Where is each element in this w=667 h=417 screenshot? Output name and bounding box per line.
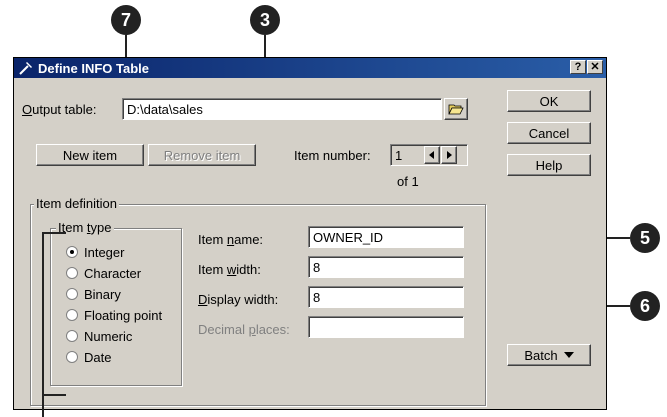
decimal-places-label: Decimal places: xyxy=(198,322,290,337)
item-next-button[interactable] xyxy=(441,146,457,164)
radio-numeric[interactable]: Numeric xyxy=(66,327,132,345)
open-folder-icon xyxy=(448,104,464,115)
callout-7: 7 xyxy=(111,5,141,35)
item-number-label: Item number: xyxy=(294,148,371,163)
item-width-label: Item width: xyxy=(198,262,261,277)
radio-numeric-button[interactable] xyxy=(66,330,78,342)
new-item-button[interactable]: New item xyxy=(36,144,144,166)
callout-5: 5 xyxy=(630,223,660,253)
remove-item-button[interactable]: Remove item xyxy=(148,144,256,166)
item-width-input[interactable]: 8 xyxy=(308,256,464,278)
batch-button[interactable]: Batch xyxy=(507,344,591,366)
radio-character-button[interactable] xyxy=(66,267,78,279)
dialog-title: Define INFO Table xyxy=(38,60,149,76)
dropdown-arrow-icon xyxy=(563,352,574,358)
radio-binary-button[interactable] xyxy=(66,288,78,300)
radio-floating-point[interactable]: Floating point xyxy=(66,306,162,324)
item-type-leader xyxy=(42,232,44,417)
output-table-input[interactable]: D:\data\sales xyxy=(122,98,442,120)
left-arrow-icon xyxy=(429,151,434,159)
display-width-input[interactable]: 8 xyxy=(308,286,464,308)
output-table-label: Output table: xyxy=(22,102,97,117)
radio-integer-button[interactable] xyxy=(66,246,78,258)
item-name-label: Item name: xyxy=(198,232,264,247)
decimal-places-input[interactable] xyxy=(308,316,464,338)
dialog-titlebar: Define INFO Table ? ✕ xyxy=(14,58,606,78)
item-previous-button[interactable] xyxy=(424,146,440,164)
cancel-button[interactable]: Cancel xyxy=(507,122,591,144)
item-type-leader-top xyxy=(42,232,66,234)
display-width-label: Display width: xyxy=(198,292,279,307)
radio-character[interactable]: Character xyxy=(66,264,141,282)
right-arrow-icon xyxy=(447,151,452,159)
radio-floating-point-button[interactable] xyxy=(66,309,78,321)
close-button[interactable]: ✕ xyxy=(587,60,603,74)
radio-date-button[interactable] xyxy=(66,351,78,363)
callout-3: 3 xyxy=(250,5,280,35)
callout-6: 6 xyxy=(630,291,660,321)
define-info-table-dialog: Define INFO Table ? ✕ Output table: D:\d… xyxy=(13,57,607,410)
help-title-button[interactable]: ? xyxy=(570,60,586,74)
item-count-label: of 1 xyxy=(397,174,419,189)
hammer-icon xyxy=(19,62,32,75)
radio-date[interactable]: Date xyxy=(66,348,111,366)
browse-button[interactable] xyxy=(444,98,468,120)
item-name-input[interactable]: OWNER_ID xyxy=(308,226,464,248)
item-type-leader-bottom xyxy=(42,394,66,396)
help-button[interactable]: Help xyxy=(507,154,591,176)
item-definition-legend: Item definition xyxy=(34,196,119,211)
radio-integer[interactable]: Integer xyxy=(66,243,124,261)
ok-button[interactable]: OK xyxy=(507,90,591,112)
radio-binary[interactable]: Binary xyxy=(66,285,121,303)
